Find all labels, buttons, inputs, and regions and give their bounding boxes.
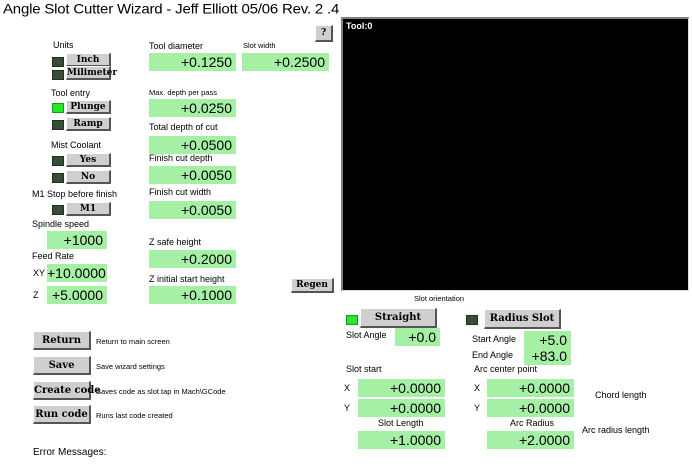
arc-radius-length-label: Arc radius length <box>582 425 650 435</box>
total-depth-label: Total depth of cut <box>149 122 218 132</box>
z-initial-label: Z initial start height <box>149 274 225 284</box>
tool-entry-label: Tool entry <box>51 88 91 98</box>
slot-start-label: Slot start <box>346 364 382 374</box>
help-button[interactable]: ? <box>315 25 333 42</box>
end-angle-field[interactable]: +83.0 <box>524 347 571 365</box>
inch-led-icon <box>52 57 64 67</box>
error-messages-label: Error Messages: <box>33 447 107 458</box>
mist-no-led-icon <box>52 173 64 183</box>
z-safe-field[interactable]: +0.2000 <box>149 250 236 268</box>
m1-led-icon <box>52 205 64 215</box>
radius-slot-led-icon <box>466 315 478 325</box>
regen-button[interactable]: Regen <box>291 278 334 293</box>
m1-button[interactable]: M1 <box>66 202 111 216</box>
arc-center-y-label: Y <box>474 403 481 413</box>
ramp-led-icon <box>52 120 64 130</box>
straight-led-icon <box>346 315 358 325</box>
arc-radius-field[interactable]: +2.0000 <box>487 431 574 449</box>
spindle-speed-label: Spindle speed <box>32 219 90 229</box>
feed-rate-label: Feed Rate <box>32 251 75 261</box>
mist-yes-button[interactable]: Yes <box>66 153 111 167</box>
m1-stop-label: M1 Stop before finish <box>32 189 118 199</box>
units-label: Units <box>53 40 74 50</box>
run-code-description: Runs last code created <box>96 411 173 420</box>
tool-diameter-label: Tool diameter <box>149 41 204 51</box>
feed-z-field[interactable]: +5.0000 <box>47 286 107 304</box>
toolpath-display[interactable]: Tool:0 <box>341 17 689 291</box>
slot-length-field[interactable]: +1.0000 <box>358 431 445 449</box>
radius-slot-button[interactable]: Radius Slot <box>484 309 561 329</box>
slot-width-label: Slot width <box>243 41 276 50</box>
finish-depth-label: Finish cut depth <box>149 153 213 163</box>
save-description: Save wizard settings <box>96 362 165 371</box>
finish-depth-field[interactable]: +0.0050 <box>149 166 236 184</box>
millimeter-led-icon <box>52 70 64 80</box>
slot-start-y-field[interactable]: +0.0000 <box>358 399 445 417</box>
slot-length-label: Slot Length <box>378 418 424 428</box>
spindle-speed-field[interactable]: +1000 <box>47 231 107 249</box>
window-title: Angle Slot Cutter Wizard - Jeff Elliott … <box>3 2 340 18</box>
arc-center-y-field[interactable]: +0.0000 <box>487 399 574 417</box>
tool-number-label: Tool:0 <box>346 21 373 31</box>
plunge-button[interactable]: Plunge <box>66 100 111 114</box>
mist-coolant-label: Mist Coolant <box>51 140 102 150</box>
start-angle-label: Start Angle <box>472 334 517 344</box>
straight-button[interactable]: Straight <box>360 308 437 328</box>
total-depth-field[interactable]: +0.0500 <box>149 136 236 154</box>
slot-orientation-label: Slot orientation <box>414 294 465 303</box>
slot-width-field[interactable]: +0.2500 <box>242 53 329 71</box>
mist-yes-led-icon <box>52 156 64 166</box>
slot-angle-label: Slot Angle <box>346 330 387 340</box>
save-button[interactable]: Save <box>33 356 91 375</box>
tool-diameter-field[interactable]: +0.1250 <box>149 53 236 71</box>
end-angle-label: End Angle <box>472 350 514 360</box>
slot-start-x-field[interactable]: +0.0000 <box>358 379 445 397</box>
mist-no-button[interactable]: No <box>66 170 111 184</box>
finish-width-label: Finish cut width <box>149 187 212 197</box>
arc-center-x-label: X <box>474 383 481 393</box>
max-depth-field[interactable]: +0.0250 <box>149 99 236 117</box>
slot-angle-field[interactable]: +0.0 <box>395 328 440 346</box>
feed-xy-label: XY <box>33 268 46 278</box>
arc-radius-label: Arc Radius <box>510 418 555 428</box>
feed-xy-field[interactable]: +10.0000 <box>47 264 107 282</box>
millimeter-button[interactable]: Milimeter <box>66 66 117 80</box>
run-code-button[interactable]: Run code <box>33 405 91 424</box>
slot-start-x-label: X <box>344 383 351 393</box>
feed-z-label: Z <box>33 290 39 300</box>
chord-length-label: Chord length <box>595 390 647 400</box>
return-description: Return to main screen <box>96 337 170 346</box>
z-safe-label: Z safe height <box>149 237 202 247</box>
finish-width-field[interactable]: +0.0050 <box>149 201 236 219</box>
create-code-button[interactable]: Create code <box>33 381 101 400</box>
z-initial-field[interactable]: +0.1000 <box>149 286 236 304</box>
return-button[interactable]: Return <box>33 331 91 350</box>
arc-center-x-field[interactable]: +0.0000 <box>487 379 574 397</box>
slot-start-y-label: Y <box>344 403 351 413</box>
inch-button[interactable]: Inch <box>66 53 111 67</box>
ramp-button[interactable]: Ramp <box>66 117 111 131</box>
create-code-description: Saves code as slot.tap in Mach\GCode <box>96 387 226 396</box>
plunge-led-icon <box>52 103 64 113</box>
arc-center-label: Arc center point <box>474 364 538 374</box>
max-depth-label: Max. depth per pass <box>149 88 217 97</box>
